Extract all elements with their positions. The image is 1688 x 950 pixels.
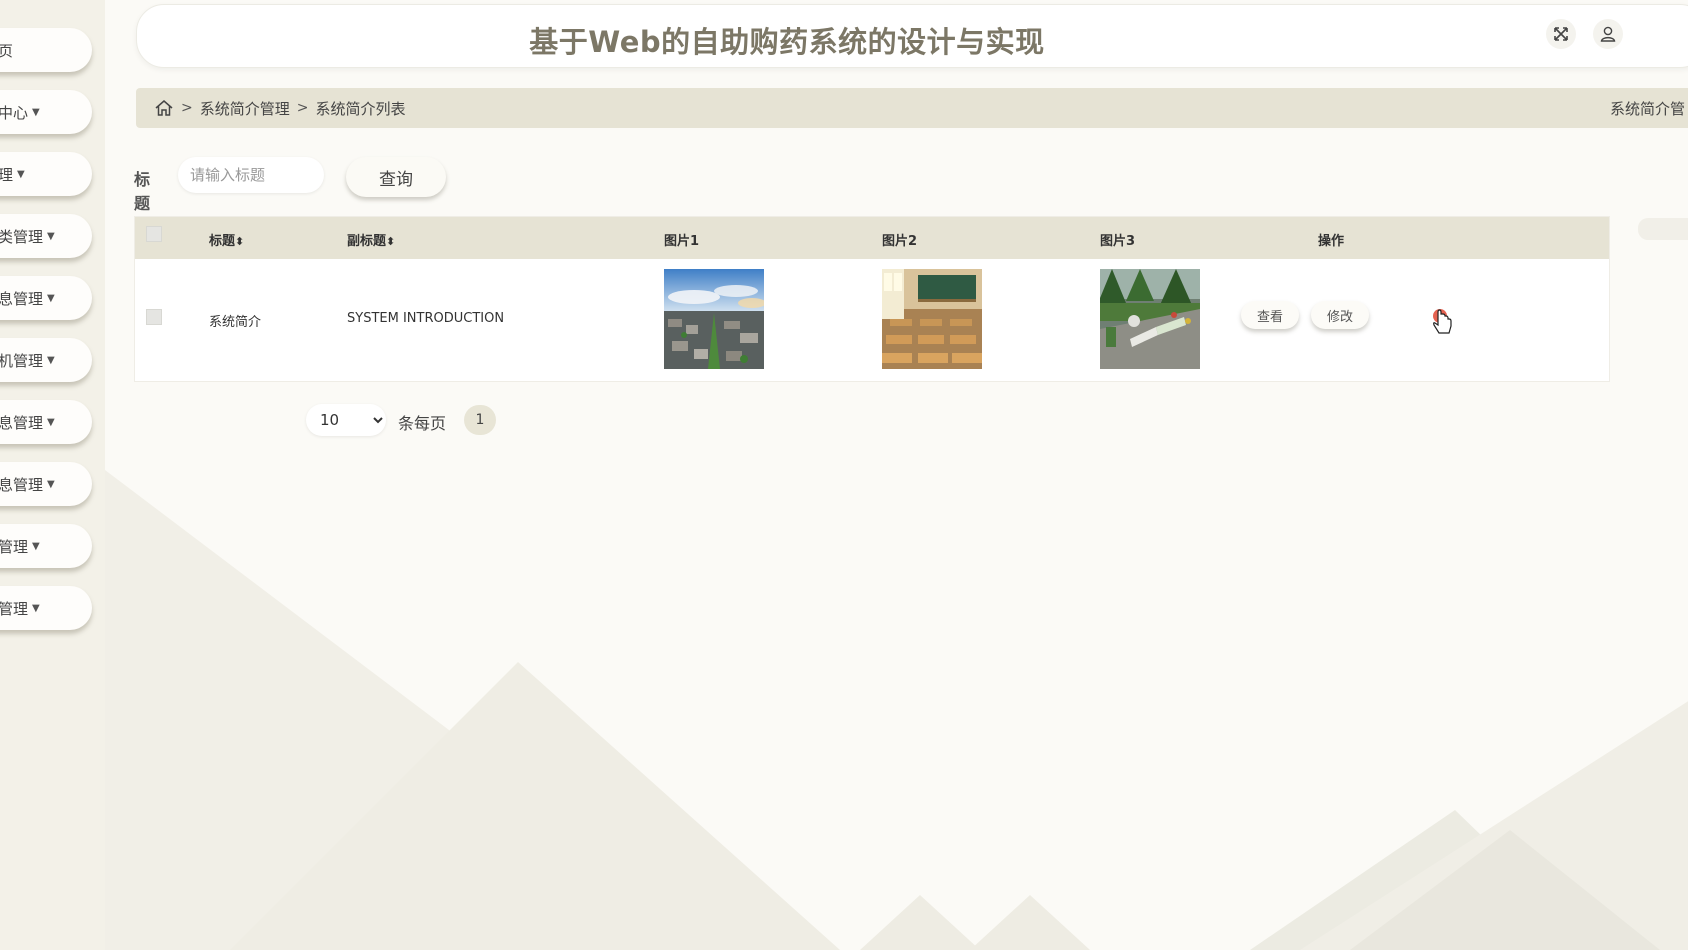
- view-button[interactable]: 查看: [1241, 301, 1299, 329]
- sort-icon: ⬍: [235, 235, 245, 248]
- sidebar-item-manage-2[interactable]: 管理 ▼: [0, 524, 92, 568]
- row-checkbox[interactable]: [146, 309, 162, 325]
- sidebar-item-label: 类管理: [0, 227, 44, 246]
- breadcrumb-separator: >: [296, 100, 309, 116]
- breadcrumb-right-label: 系统简介管: [1610, 99, 1686, 118]
- page-title: 基于Web的自助购药系统的设计与实现: [529, 25, 1045, 59]
- breadcrumb-separator: >: [181, 100, 193, 116]
- page-number-current[interactable]: 1: [464, 405, 496, 435]
- table-header: 标题⬍ 副标题⬍ 图片1 图片2 图片3 操作: [135, 217, 1609, 259]
- caret-down-icon: ▼: [32, 106, 40, 118]
- caret-down-icon: ▼: [47, 416, 55, 428]
- column-header-image1: 图片1: [664, 234, 700, 249]
- top-header: 基于Web的自助购药系统的设计与实现: [136, 4, 1688, 68]
- page-size-select[interactable]: 10: [306, 404, 386, 436]
- caret-down-icon: ▼: [47, 354, 55, 366]
- sidebar-item-info-manage-3[interactable]: 息管理 ▼: [0, 462, 92, 506]
- sidebar-item-center[interactable]: 中心 ▼: [0, 90, 92, 134]
- user-icon[interactable]: [1593, 19, 1623, 49]
- sidebar-item-manage-1[interactable]: 理 ▼: [0, 152, 92, 196]
- sort-icon: ⬍: [386, 235, 396, 248]
- column-header-subtitle[interactable]: 副标题⬍: [347, 230, 395, 249]
- data-table: 标题⬍ 副标题⬍ 图片1 图片2 图片3 操作 系统简介 SYSTEM INTR…: [134, 216, 1610, 382]
- caret-down-icon: ▼: [17, 168, 25, 180]
- sidebar-item-label: 理: [0, 165, 14, 184]
- column-header-actions: 操作: [1318, 234, 1345, 249]
- title-search-input[interactable]: [178, 157, 324, 193]
- town-aerial-photo[interactable]: [664, 269, 764, 369]
- classroom-photo[interactable]: [882, 269, 982, 369]
- campus-garden-photo[interactable]: [1100, 269, 1200, 369]
- fullscreen-icon[interactable]: [1546, 19, 1576, 49]
- mountain-background: [105, 470, 1688, 950]
- pointer-hand-icon: [1430, 308, 1456, 342]
- caret-down-icon: ▼: [47, 230, 55, 242]
- column-header-label: 副标题: [347, 234, 387, 249]
- sidebar-item-info-manage-1[interactable]: 息管理 ▼: [0, 276, 92, 320]
- caret-down-icon: ▼: [47, 292, 55, 304]
- row-title: 系统简介: [209, 315, 262, 330]
- column-header-image3: 图片3: [1100, 234, 1136, 249]
- breadcrumb-item-intro-list[interactable]: 系统简介列表: [315, 98, 405, 119]
- sidebar-item-home[interactable]: 页: [0, 28, 92, 72]
- sidebar-item-label: 页: [0, 41, 14, 60]
- sidebar-item-category-manage[interactable]: 类管理 ▼: [0, 214, 92, 258]
- per-page-label: 条每页: [398, 414, 447, 433]
- home-icon[interactable]: [154, 99, 174, 117]
- select-all-checkbox[interactable]: [146, 226, 162, 242]
- caret-down-icon: ▼: [32, 602, 40, 614]
- sidebar-item-label: 息管理: [0, 475, 44, 494]
- sidebar-item-label: 管理: [0, 537, 29, 556]
- breadcrumb: > 系统简介管理 > 系统简介列表 系统简介管: [136, 88, 1688, 128]
- right-edge-tab: [1638, 218, 1688, 240]
- column-header-label: 标题: [209, 234, 236, 249]
- query-button[interactable]: 查询: [346, 157, 446, 197]
- sidebar-item-label: 息管理: [0, 413, 44, 432]
- breadcrumb-item-intro-manage[interactable]: 系统简介管理: [200, 98, 290, 119]
- sidebar-item-label: 中心: [0, 103, 29, 122]
- edit-button[interactable]: 修改: [1311, 301, 1369, 329]
- column-header-image2: 图片2: [882, 234, 918, 249]
- sidebar-item-machine-manage[interactable]: 机管理 ▼: [0, 338, 92, 382]
- caret-down-icon: ▼: [32, 540, 40, 552]
- sidebar: 页 中心 ▼ 理 ▼ 类管理 ▼ 息管理 ▼ 机管理 ▼ 息管理 ▼ 息管理 ▼ 管理 ▼ 管理…: [0, 0, 105, 950]
- column-header-title[interactable]: 标题⬍: [209, 230, 244, 249]
- sidebar-item-manage-3[interactable]: 管理 ▼: [0, 586, 92, 630]
- sidebar-item-info-manage-2[interactable]: 息管理 ▼: [0, 400, 92, 444]
- search-label: 标题: [134, 170, 151, 213]
- sidebar-item-label: 息管理: [0, 289, 44, 308]
- sidebar-item-label: 机管理: [0, 351, 44, 370]
- row-subtitle: SYSTEM INTRODUCTION: [347, 311, 505, 326]
- caret-down-icon: ▼: [47, 478, 55, 490]
- sidebar-item-label: 管理: [0, 599, 29, 618]
